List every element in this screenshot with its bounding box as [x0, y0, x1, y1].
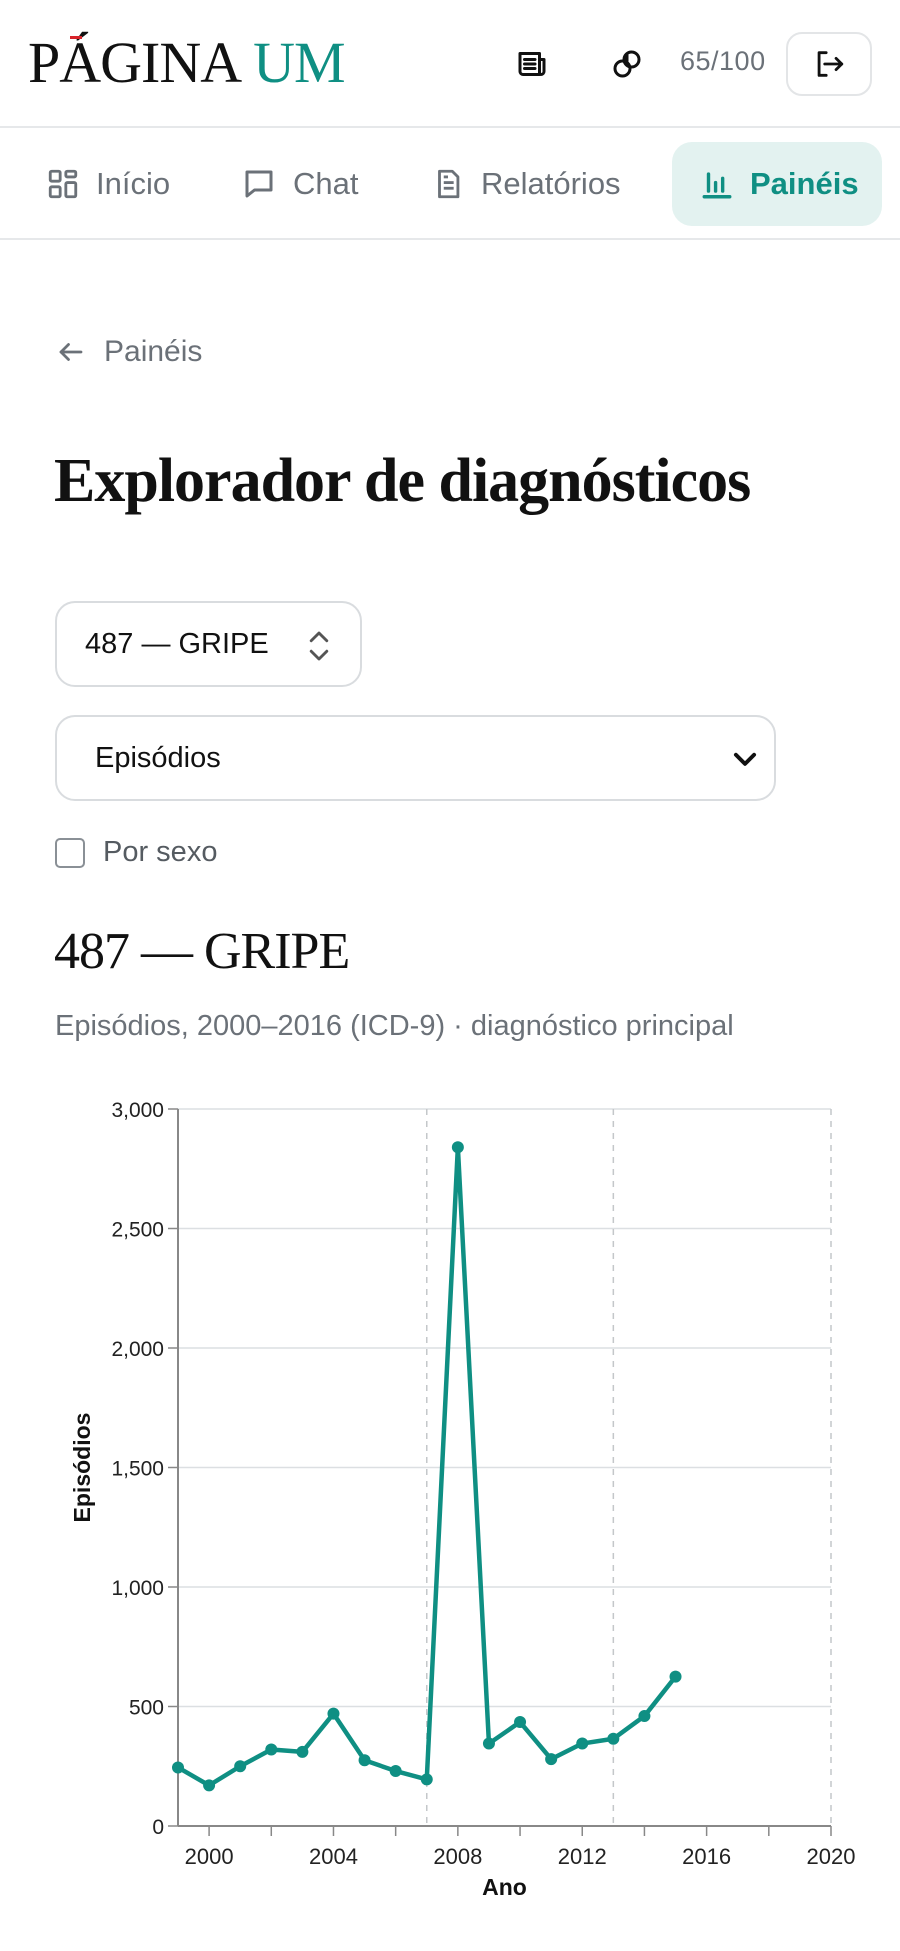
- chevron-down-icon: [733, 752, 757, 766]
- tab-chat[interactable]: Chat: [241, 142, 358, 226]
- data-point: [669, 1670, 682, 1683]
- document-icon: [438, 169, 460, 199]
- x-tick-label: 2008: [433, 1844, 482, 1869]
- y-tick-label: 1,000: [111, 1577, 164, 1600]
- data-point: [514, 1716, 527, 1729]
- data-point: [482, 1737, 495, 1750]
- logo-accent-mark: [70, 36, 82, 39]
- logo[interactable]: PÁGINA UM: [28, 32, 346, 94]
- tab-relatorios[interactable]: Relatórios: [431, 142, 621, 226]
- data-point: [234, 1760, 247, 1773]
- newspaper-icon[interactable]: [508, 40, 556, 88]
- arrow-left-icon: [59, 343, 83, 361]
- y-tick-label: 2,500: [111, 1219, 164, 1242]
- logout-button[interactable]: [786, 32, 872, 96]
- data-point: [358, 1754, 371, 1767]
- data-point: [420, 1773, 433, 1786]
- main-nav: Início Chat Relatórios Painéis: [0, 130, 900, 240]
- chart-subtitle: Episódios, 2000–2016 (ICD-9) · diagnósti…: [55, 1010, 734, 1042]
- dashboard-icon: [48, 169, 78, 199]
- x-tick-label: 2016: [682, 1844, 731, 1869]
- y-axis-label: Episódios: [69, 1413, 95, 1523]
- data-point: [203, 1779, 216, 1792]
- chevron-up-down-icon: [309, 631, 329, 661]
- x-tick-label: 2012: [558, 1844, 607, 1869]
- by-sex-checkbox[interactable]: [55, 837, 85, 868]
- bar-chart-icon: [702, 172, 732, 199]
- chat-bubble-icon: [245, 170, 273, 198]
- y-tick-label: 2,000: [111, 1338, 164, 1361]
- x-tick-label: 2020: [807, 1844, 856, 1869]
- data-point: [296, 1745, 309, 1758]
- credits-counter: 65/100: [680, 46, 766, 76]
- data-point: [576, 1737, 589, 1750]
- tab-inicio[interactable]: Início: [46, 142, 170, 226]
- y-tick-label: 0: [152, 1816, 164, 1839]
- x-tick-label: 2000: [185, 1844, 234, 1869]
- data-point: [265, 1743, 278, 1756]
- data-point: [638, 1710, 651, 1723]
- metric-select[interactable]: Episódios: [55, 715, 776, 801]
- data-point: [451, 1141, 464, 1154]
- data-point: [545, 1753, 558, 1766]
- x-tick-label: 2004: [309, 1844, 358, 1869]
- data-point: [327, 1707, 340, 1720]
- y-tick-label: 3,000: [111, 1099, 164, 1122]
- y-tick-label: 500: [129, 1697, 164, 1720]
- chart-title: 487 — GRIPE: [54, 923, 350, 980]
- link-icon[interactable]: [603, 40, 651, 88]
- back-link[interactable]: Painéis: [56, 335, 202, 369]
- by-sex-toggle[interactable]: Por sexo: [55, 836, 217, 869]
- data-point: [172, 1761, 184, 1774]
- diagnosis-select[interactable]: 487 — GRIPE: [55, 601, 362, 687]
- page-title: Explorador de diagnósticos: [54, 447, 751, 515]
- tab-paineis[interactable]: Painéis: [672, 142, 882, 226]
- data-point: [607, 1732, 620, 1745]
- top-bar: PÁGINA UM 65/100: [0, 0, 900, 128]
- logout-icon: [817, 51, 844, 77]
- y-tick-label: 1,500: [111, 1458, 164, 1481]
- x-axis-label: Ano: [482, 1874, 527, 1900]
- data-point: [389, 1765, 402, 1778]
- episodes-line-chart: 0 500 1,000 1,500 2,000 2,500 3,000 2000 2004 200…: [69, 1099, 856, 1900]
